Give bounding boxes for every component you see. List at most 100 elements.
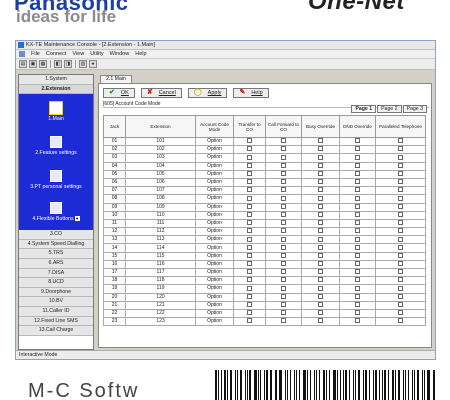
table-row[interactable]: 20 120 Option: [103, 292, 426, 302]
sidebar-sub-main[interactable]: 1.Main: [19, 101, 93, 122]
checkbox[interactable]: [318, 261, 323, 267]
table-row[interactable]: 21 121 Option: [103, 300, 426, 310]
sidebar-item-extension[interactable]: 2.Extension: [19, 84, 93, 95]
checkbox[interactable]: [398, 253, 403, 258]
checkbox[interactable]: [355, 179, 360, 185]
sidebar-item-bv[interactable]: 10.BV: [19, 297, 93, 307]
checkbox[interactable]: [318, 253, 323, 258]
checkbox[interactable]: [281, 187, 286, 193]
checkbox[interactable]: [398, 212, 403, 217]
checkbox[interactable]: [318, 294, 323, 299]
checkbox[interactable]: [355, 163, 360, 168]
checkbox[interactable]: [398, 187, 403, 193]
checkbox[interactable]: [318, 318, 323, 324]
checkbox[interactable]: [318, 277, 323, 283]
checkbox[interactable]: [247, 277, 252, 283]
checkbox[interactable]: [247, 310, 252, 316]
sidebar-sub-flexible-buttons[interactable]: 4.Flexible Buttons ▼: [19, 202, 93, 222]
table-row[interactable]: 02 102 Option: [103, 145, 426, 155]
checkbox[interactable]: [398, 285, 403, 291]
checkbox[interactable]: [247, 187, 252, 193]
checkbox[interactable]: [318, 244, 323, 250]
menu-connect[interactable]: Connect: [46, 51, 67, 57]
ok-button[interactable]: ✔ OK: [103, 88, 135, 98]
table-row[interactable]: 01 101 Option: [103, 136, 426, 147]
table-row[interactable]: 19 119 Option: [103, 284, 426, 294]
cancel-button[interactable]: ✘ Cancel: [140, 88, 182, 98]
checkbox[interactable]: [281, 253, 286, 258]
checkbox[interactable]: [247, 171, 252, 177]
checkbox[interactable]: [281, 277, 286, 283]
checkbox[interactable]: [318, 285, 323, 291]
cell-mode[interactable]: Option: [195, 161, 234, 171]
checkbox[interactable]: [398, 244, 403, 250]
checkbox[interactable]: [247, 220, 252, 226]
checkbox[interactable]: [355, 228, 360, 234]
checkbox[interactable]: [355, 244, 360, 250]
table-row[interactable]: 22 122 Option: [103, 308, 426, 319]
cell-mode[interactable]: Option: [195, 186, 234, 196]
table-row[interactable]: 15 115 Option: [103, 251, 426, 261]
sidebar-sub-feature-settings[interactable]: 2.Feature settings: [19, 136, 93, 156]
checkbox[interactable]: [398, 146, 403, 152]
checkbox[interactable]: [318, 163, 323, 168]
table-row[interactable]: 08 108 Option: [103, 194, 426, 204]
checkbox[interactable]: [281, 204, 286, 209]
checkbox[interactable]: [281, 179, 286, 185]
checkbox[interactable]: [281, 220, 286, 226]
cell-mode[interactable]: Option: [195, 169, 234, 179]
cell-mode[interactable]: Option: [195, 136, 234, 147]
checkbox[interactable]: [355, 277, 360, 283]
checkbox[interactable]: [247, 244, 252, 250]
checkbox[interactable]: [281, 195, 286, 201]
cell-mode[interactable]: Option: [195, 251, 234, 261]
checkbox[interactable]: [318, 212, 323, 217]
checkbox[interactable]: [355, 253, 360, 258]
tab-page-3[interactable]: Page 3: [402, 105, 427, 113]
checkbox[interactable]: [355, 138, 360, 144]
tab-page-2[interactable]: Page 2: [377, 105, 402, 113]
cell-mode[interactable]: Option: [195, 292, 234, 302]
sidebar-item-caller-id[interactable]: 11.Caller ID: [19, 306, 93, 317]
checkbox[interactable]: [247, 195, 252, 201]
table-row[interactable]: 14 114 Option: [103, 243, 426, 253]
checkbox[interactable]: [355, 187, 360, 193]
checkbox[interactable]: [247, 212, 252, 217]
disconnect-icon[interactable]: ◨: [64, 60, 72, 68]
table-row[interactable]: 13 113 Option: [103, 235, 426, 245]
checkbox[interactable]: [281, 302, 286, 308]
checkbox[interactable]: [318, 228, 323, 234]
checkbox[interactable]: [247, 138, 252, 144]
checkbox[interactable]: [398, 154, 403, 160]
checkbox[interactable]: [318, 220, 323, 226]
help-button[interactable]: ✎ Help: [233, 88, 269, 98]
table-row[interactable]: 16 116 Option: [103, 259, 426, 270]
checkbox[interactable]: [281, 318, 286, 324]
cell-mode[interactable]: Option: [195, 317, 234, 327]
checkbox[interactable]: [398, 195, 403, 201]
checkbox[interactable]: [398, 138, 403, 144]
cell-mode[interactable]: Option: [195, 153, 234, 163]
checkbox[interactable]: [398, 261, 403, 267]
checkbox[interactable]: [355, 269, 360, 275]
checkbox[interactable]: [247, 253, 252, 258]
checkbox[interactable]: [355, 318, 360, 324]
cell-mode[interactable]: Option: [195, 267, 234, 278]
cell-mode[interactable]: Option: [195, 227, 234, 237]
sidebar-sub-pt-personal[interactable]: 3.PT personal settings: [19, 170, 93, 190]
settings-icon[interactable]: ▥: [79, 60, 87, 68]
checkbox[interactable]: [355, 236, 360, 242]
checkbox[interactable]: [398, 302, 403, 308]
checkbox[interactable]: [318, 269, 323, 275]
checkbox[interactable]: [355, 310, 360, 316]
checkbox[interactable]: [355, 195, 360, 201]
checkbox[interactable]: [247, 146, 252, 152]
help-icon[interactable]: ●: [89, 60, 97, 68]
checkbox[interactable]: [318, 154, 323, 160]
checkbox[interactable]: [398, 318, 403, 324]
cell-mode[interactable]: Option: [195, 145, 234, 155]
table-row[interactable]: 05 105 Option: [103, 169, 426, 179]
checkbox[interactable]: [318, 171, 323, 177]
checkbox[interactable]: [281, 228, 286, 234]
checkbox[interactable]: [281, 146, 286, 152]
